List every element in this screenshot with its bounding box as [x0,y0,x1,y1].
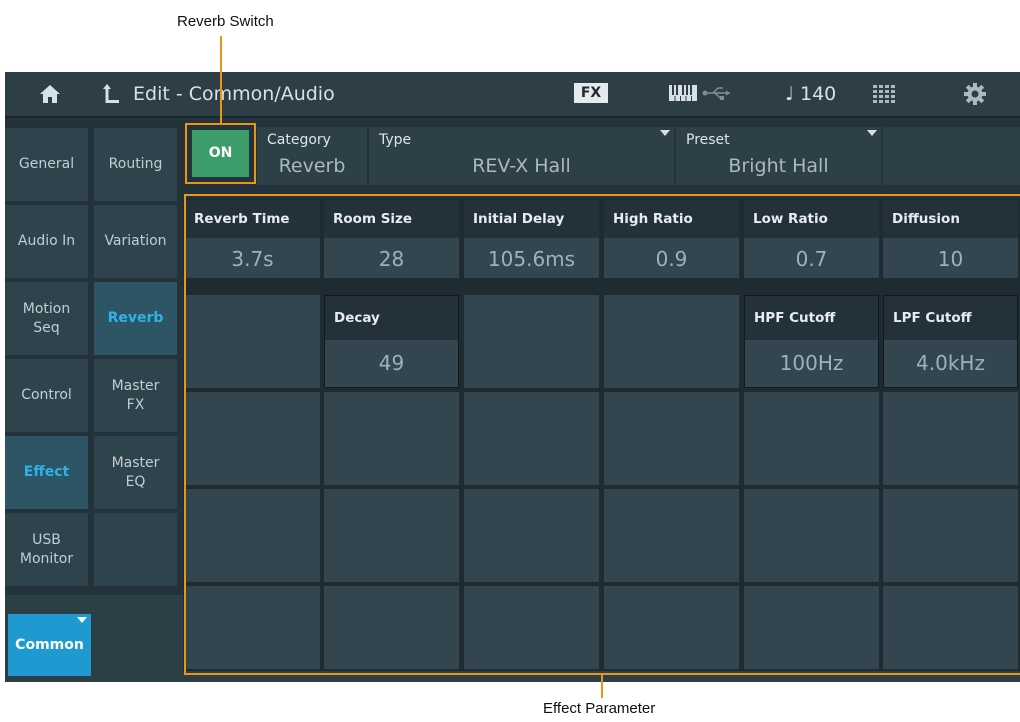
preset-field[interactable]: Preset Bright Hall [676,127,881,185]
category-value: Reverb [278,155,346,177]
page-title: Edit - Common/Audio [133,83,335,105]
preset-dropdown-icon [867,130,877,136]
gear-icon[interactable] [963,82,987,106]
usb-icon [702,87,730,100]
reverb-switch-callout: Reverb Switch [177,13,274,30]
nav-audio-in[interactable]: Audio In [5,205,88,278]
reverb-switch-frame: ON [185,123,256,184]
effect-parameter-highlight [184,194,1020,675]
type-field[interactable]: Type REV-X Hall [369,127,674,185]
tempo-display[interactable]: ♩ 140 [785,72,836,116]
category-field[interactable]: Category Reverb [257,127,367,185]
category-label: Category [267,132,331,148]
fx-badge: FX [574,83,608,103]
back-icon[interactable] [103,83,121,105]
top-bar: Edit - Common/Audio FX ♩ 140 [5,72,1020,118]
type-value: REV-X Hall [472,155,571,177]
nav-effect[interactable]: Effect [5,436,88,509]
type-label: Type [379,132,412,148]
blank-field [883,127,1020,185]
preset-value: Bright Hall [728,155,829,177]
preset-label: Preset [686,132,730,148]
effect-parameter-callout: Effect Parameter [543,700,656,717]
effect-parameter-leader-line [601,673,603,698]
subnav-routing[interactable]: Routing [94,128,177,201]
nav-general[interactable]: General [5,128,88,201]
device-screen: Edit - Common/Audio FX ♩ 140 General Aud… [5,72,1020,682]
subnav-variation[interactable]: Variation [94,205,177,278]
keyboard-icon [669,85,697,101]
type-dropdown-icon [660,130,670,136]
home-icon[interactable] [39,84,61,104]
subnav-empty [94,513,177,586]
subnav-reverb[interactable]: Reverb [94,282,177,355]
reverb-switch-leader-line [220,36,222,125]
subnav-master-fx[interactable]: Master FX [94,359,177,432]
grid-icon[interactable] [873,85,895,103]
dropdown-arrow-icon [77,617,87,623]
tab-common[interactable]: Common [8,614,91,676]
nav-control[interactable]: Control [5,359,88,432]
nav-usb-monitor[interactable]: USB Monitor [5,513,88,586]
nav-motion-seq[interactable]: Motion Seq [5,282,88,355]
subnav-master-eq[interactable]: Master EQ [94,436,177,509]
reverb-switch-button[interactable]: ON [192,130,249,177]
